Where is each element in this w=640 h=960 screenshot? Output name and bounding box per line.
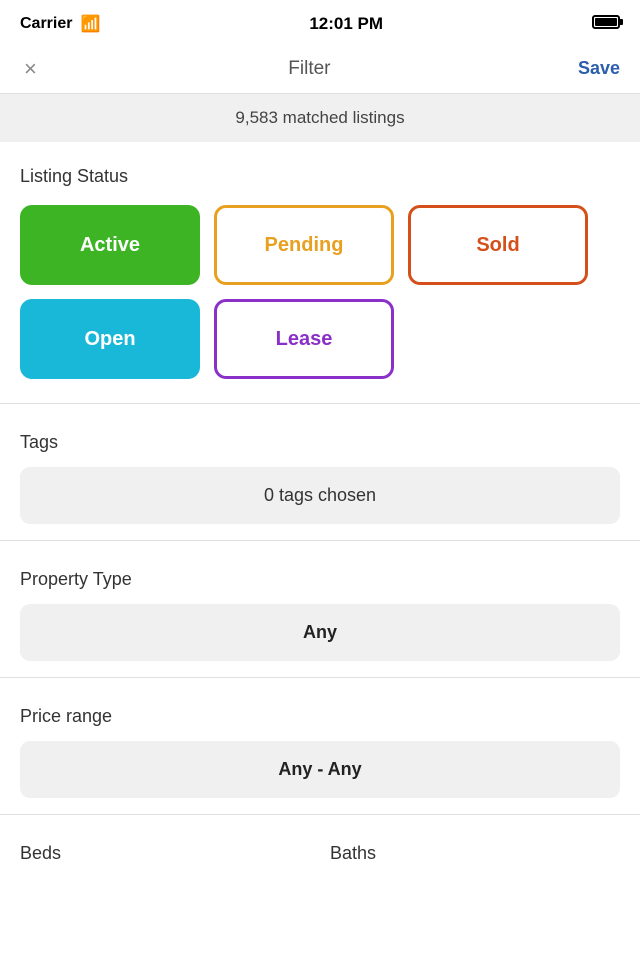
- tags-section: Tags 0 tags chosen: [0, 412, 640, 532]
- property-type-button[interactable]: Any: [20, 604, 620, 661]
- battery-indicator: [592, 15, 620, 34]
- status-btn-lease-label: Lease: [276, 328, 333, 351]
- property-type-title: Property Type: [20, 569, 620, 590]
- tags-title: Tags: [20, 432, 620, 453]
- tags-button[interactable]: 0 tags chosen: [20, 467, 620, 524]
- price-range-section: Price range Any - Any: [0, 686, 640, 806]
- property-type-section: Property Type Any: [0, 549, 640, 669]
- carrier-label: Carrier: [20, 15, 72, 33]
- status-btn-open[interactable]: Open: [20, 299, 200, 379]
- status-btn-lease[interactable]: Lease: [214, 299, 394, 379]
- beds-label: Beds: [20, 843, 310, 864]
- divider-3: [0, 677, 640, 678]
- time-label: 12:01 PM: [309, 14, 383, 34]
- listing-status-section: Listing Status Active Pending Sold Open …: [0, 142, 640, 395]
- status-btn-sold-label: Sold: [476, 234, 519, 257]
- save-button[interactable]: Save: [578, 58, 620, 79]
- divider-1: [0, 403, 640, 404]
- status-btn-sold[interactable]: Sold: [408, 205, 588, 285]
- baths-column: Baths: [330, 843, 620, 864]
- matched-listings-bar: 9,583 matched listings: [0, 94, 640, 142]
- nav-title: Filter: [288, 58, 330, 80]
- status-btn-pending[interactable]: Pending: [214, 205, 394, 285]
- status-btn-active-label: Active: [80, 234, 140, 257]
- beds-column: Beds: [20, 843, 310, 864]
- divider-2: [0, 540, 640, 541]
- price-range-title: Price range: [20, 706, 620, 727]
- wifi-icon: 📶: [80, 14, 100, 34]
- status-btn-open-label: Open: [84, 328, 135, 351]
- divider-4: [0, 814, 640, 815]
- close-button[interactable]: ×: [20, 52, 41, 86]
- status-bar: Carrier 📶 12:01 PM: [0, 0, 640, 44]
- tags-button-label: 0 tags chosen: [264, 485, 376, 505]
- status-buttons-group: Active Pending Sold Open Lease: [20, 205, 620, 379]
- price-range-button-label: Any - Any: [278, 759, 361, 779]
- property-type-button-label: Any: [303, 622, 337, 642]
- matched-listings-text: 9,583 matched listings: [235, 108, 404, 127]
- nav-bar: × Filter Save: [0, 44, 640, 94]
- status-btn-active[interactable]: Active: [20, 205, 200, 285]
- status-btn-pending-label: Pending: [265, 234, 344, 257]
- beds-baths-section: Beds Baths: [0, 823, 640, 872]
- carrier-info: Carrier 📶: [20, 14, 100, 34]
- price-range-button[interactable]: Any - Any: [20, 741, 620, 798]
- listing-status-title: Listing Status: [20, 166, 620, 187]
- baths-label: Baths: [330, 843, 620, 864]
